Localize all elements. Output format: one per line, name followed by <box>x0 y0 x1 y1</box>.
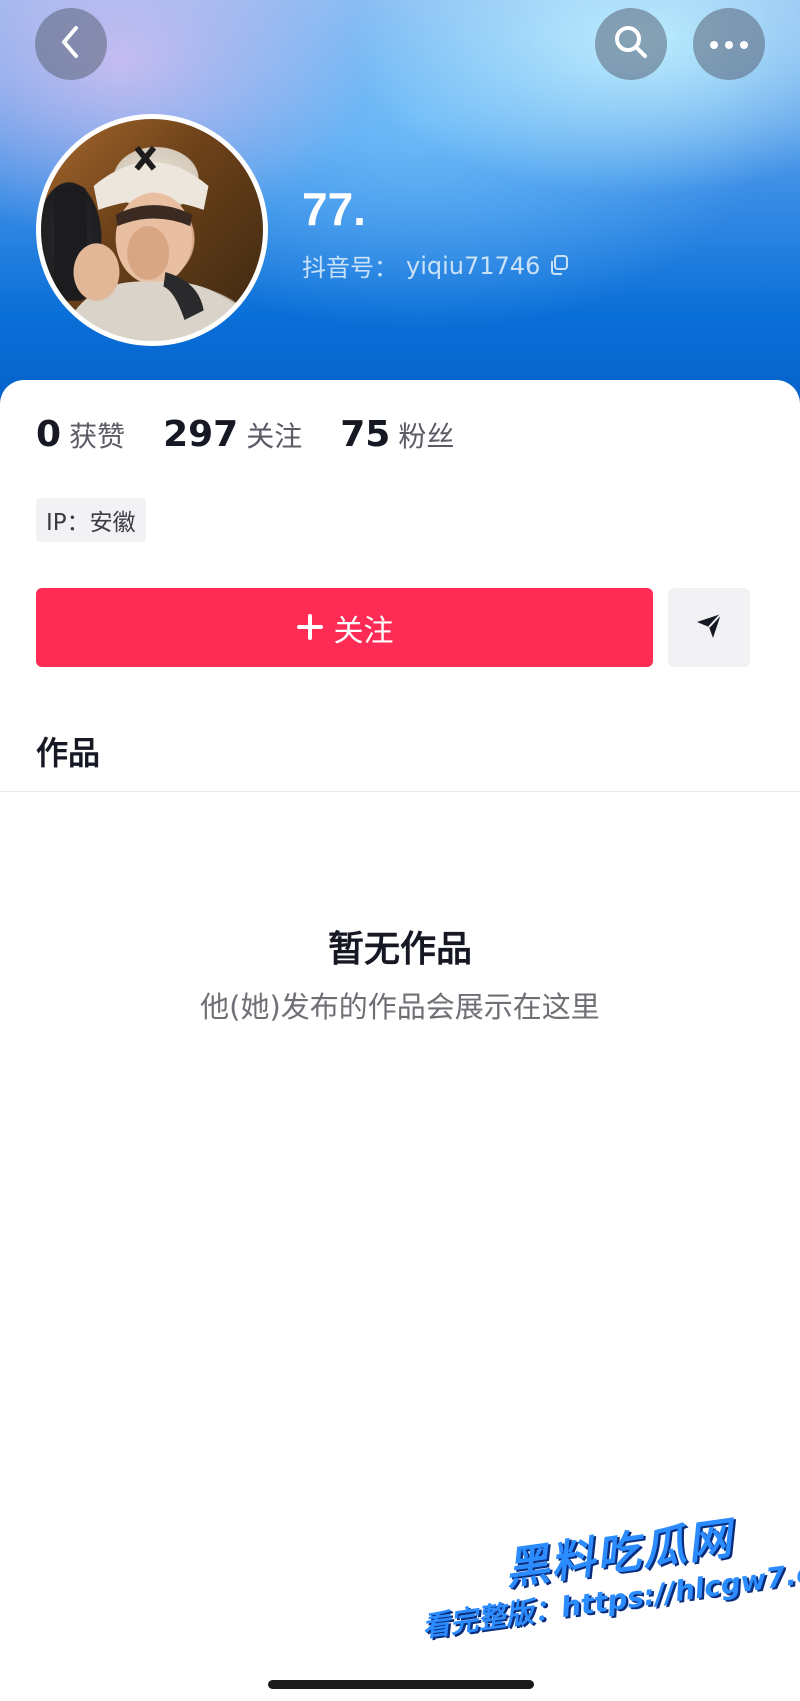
stat-following-value: 297 <box>163 414 239 455</box>
stat-likes[interactable]: 0 获赞 <box>36 414 125 455</box>
send-icon <box>693 610 725 646</box>
tab-divider <box>0 791 800 792</box>
more-horizontal-icon <box>709 35 749 54</box>
tab-works[interactable]: 作品 <box>36 728 100 774</box>
home-indicator[interactable] <box>268 1680 534 1689</box>
search-button[interactable] <box>595 8 667 80</box>
stat-likes-label: 获赞 <box>69 420 126 453</box>
search-icon <box>612 23 650 65</box>
stat-followers[interactable]: 75 粉丝 <box>340 414 454 455</box>
plus-icon <box>296 609 324 647</box>
stat-followers-label: 粉丝 <box>398 420 455 453</box>
back-button[interactable] <box>35 8 107 80</box>
avatar-photo <box>54 145 257 341</box>
username: 77. <box>302 183 366 235</box>
copy-icon[interactable] <box>548 254 572 278</box>
stat-following-label: 关注 <box>246 420 303 453</box>
follow-button-label: 关注 <box>333 613 394 649</box>
douyin-id-row[interactable]: 抖音号： yiqiu71746 <box>302 248 572 283</box>
empty-state-subtitle: 他(她)发布的作品会展示在这里 <box>200 990 600 1024</box>
stat-following[interactable]: 297 关注 <box>163 414 302 455</box>
more-button[interactable] <box>693 8 765 80</box>
follow-button[interactable]: 关注 <box>36 588 653 667</box>
stat-followers-value: 75 <box>340 414 391 455</box>
send-message-button[interactable] <box>668 588 750 667</box>
empty-state-title: 暂无作品 <box>327 929 472 970</box>
profile-stats: 0 获赞 297 关注 75 粉丝 <box>36 414 454 455</box>
douyin-id-value: yiqiu71746 <box>406 251 541 280</box>
douyin-id-label: 抖音号： <box>302 254 398 282</box>
ip-location-badge: IP：安徽 <box>36 498 146 542</box>
chevron-left-icon <box>56 22 86 66</box>
stat-likes-value: 0 <box>36 414 62 455</box>
avatar[interactable] <box>36 114 268 346</box>
